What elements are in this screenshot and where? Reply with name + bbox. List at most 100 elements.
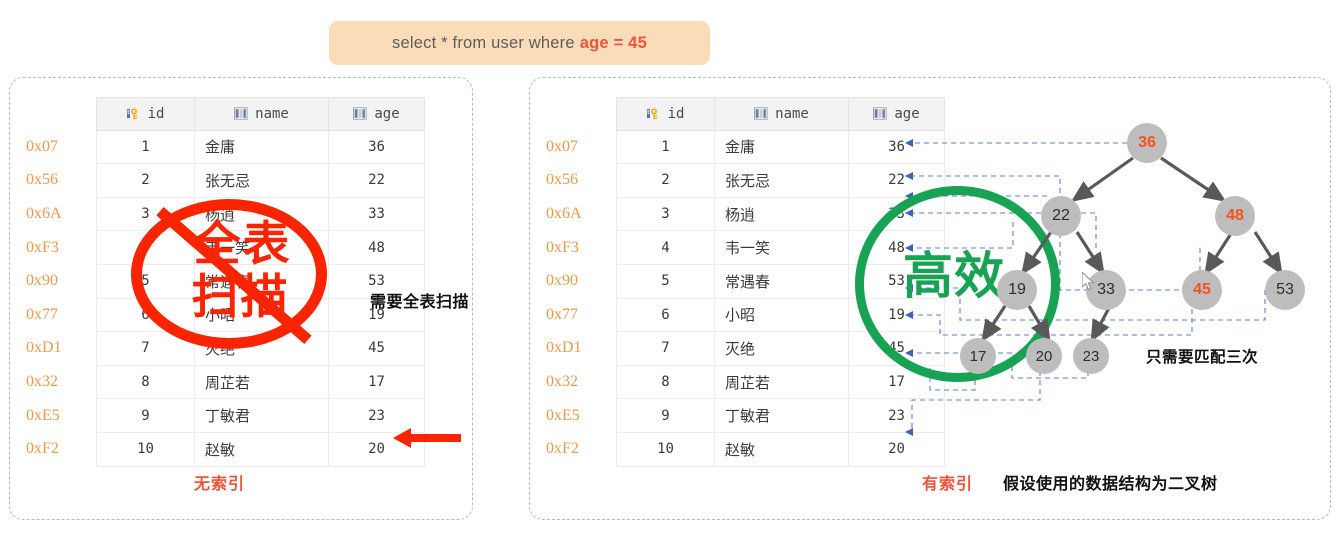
row-address: 0xD1 xyxy=(26,339,62,357)
cell-id: 8 xyxy=(616,364,715,400)
table-row: 0xF3 4 韦一笑 48 xyxy=(546,230,945,265)
row-address: 0xF3 xyxy=(546,238,579,256)
cell-age: 20 xyxy=(848,431,945,467)
cell-id: 9 xyxy=(616,398,715,433)
user-table-no-index: id name age 0x07 1 金庸 36 0x56 2 张无忌 22 0… xyxy=(26,97,425,467)
cell-age: 36 xyxy=(328,129,425,165)
row-address: 0xF2 xyxy=(26,440,59,458)
row-address: 0x56 xyxy=(546,171,578,189)
three-matches-note: 只需要匹配三次 xyxy=(1146,349,1259,366)
cell-id: 3 xyxy=(616,196,715,232)
cell-name: 丁敏君 xyxy=(194,398,329,433)
assume-structure-note: 假设使用的数据结构为二叉树 xyxy=(1003,476,1218,493)
cell-age: 17 xyxy=(848,364,945,400)
primary-key-icon xyxy=(126,107,142,121)
table-row: 0xD1 7 灭绝 45 xyxy=(26,331,425,366)
column-header-age-label: age xyxy=(374,105,400,122)
cell-name: 灭绝 xyxy=(194,331,329,366)
table-body-right: 0x07 1 金庸 36 0x56 2 张无忌 22 0x6A 3 杨逍 33 0xF3 4 韦一笑 48 0x… xyxy=(546,129,945,467)
table-row: 0xF2 10 赵敏 20 xyxy=(546,431,945,467)
tree-node-17: 17 xyxy=(960,338,996,374)
binary-tree-diagram: 36 22 48 19 33 45 53 17 20 23 xyxy=(960,110,1338,374)
cell-age: 36 xyxy=(848,129,945,165)
row-address: 0xF3 xyxy=(26,238,59,256)
cell-age: 23 xyxy=(848,398,945,433)
cell-name: 周芷若 xyxy=(194,364,329,400)
cell-age: 33 xyxy=(848,196,945,232)
cell-age: 19 xyxy=(848,297,945,333)
cell-name: 韦一笑 xyxy=(194,230,329,265)
column-icon xyxy=(234,107,249,121)
column-header-name-label: name xyxy=(775,105,809,122)
cell-id: 8 xyxy=(96,364,195,400)
table-row: 0x90 5 常遇春 53 xyxy=(26,263,425,299)
sql-query-condition: age = 45 xyxy=(579,33,647,52)
cell-name: 张无忌 xyxy=(194,163,329,198)
cell-id: 2 xyxy=(96,163,195,198)
address-column-header xyxy=(546,98,617,131)
column-header-id: id xyxy=(616,97,715,131)
table-row: 0xE5 9 丁敏君 23 xyxy=(546,398,945,433)
full-scan-note: 需要全表扫描 xyxy=(370,294,470,311)
column-header-age-label: age xyxy=(894,105,920,122)
cell-name: 张无忌 xyxy=(714,163,849,198)
table-row: 0x77 6 小昭 19 xyxy=(546,297,945,333)
table-header-row: id name age xyxy=(546,97,945,131)
row-address: 0x07 xyxy=(26,137,58,155)
mouse-cursor-icon xyxy=(1082,272,1095,291)
cell-name: 赵敏 xyxy=(714,431,849,467)
sql-query-banner: select * from user where age = 45 xyxy=(329,21,710,65)
column-header-age: age xyxy=(848,97,945,131)
table-row: 0x32 8 周芷若 17 xyxy=(546,364,945,400)
row-address: 0x90 xyxy=(546,272,578,290)
column-header-id: id xyxy=(96,97,195,131)
cell-name: 小昭 xyxy=(194,297,329,333)
table-row: 0xD1 7 灭绝 45 xyxy=(546,331,945,366)
row-address: 0x77 xyxy=(546,305,578,323)
cell-name: 杨逍 xyxy=(194,196,329,232)
row-address: 0xE5 xyxy=(26,406,60,424)
cell-name: 小昭 xyxy=(714,297,849,333)
cell-id: 4 xyxy=(616,230,715,265)
tree-node-45: 45 xyxy=(1182,270,1222,310)
row-address: 0x32 xyxy=(26,373,58,391)
cell-id: 7 xyxy=(96,331,195,366)
with-index-table-wrapper: id name age 0x07 1 金庸 36 0x56 2 张无忌 22 0… xyxy=(546,97,945,467)
cell-age: 45 xyxy=(328,331,425,366)
row-address: 0x77 xyxy=(26,305,58,323)
cell-name: 赵敏 xyxy=(194,431,329,467)
tree-node-48: 48 xyxy=(1215,196,1255,236)
with-index-caption: 有索引 xyxy=(922,476,974,493)
table-row: 0x56 2 张无忌 22 xyxy=(26,163,425,198)
column-header-name: name xyxy=(714,97,849,131)
cell-id: 10 xyxy=(96,431,195,467)
cell-name: 韦一笑 xyxy=(714,230,849,265)
cell-name: 周芷若 xyxy=(714,364,849,400)
no-index-caption: 无索引 xyxy=(194,476,246,493)
diagram-root: select * from user where age = 45 id nam… xyxy=(0,0,1338,534)
row-address: 0x32 xyxy=(546,373,578,391)
cell-age: 33 xyxy=(328,196,425,232)
cell-name: 杨逍 xyxy=(714,196,849,232)
table-header-row: id name age xyxy=(26,97,425,131)
cell-name: 金庸 xyxy=(714,129,849,165)
table-body-left: 0x07 1 金庸 36 0x56 2 张无忌 22 0x6A 3 杨逍 33 0xF3 4 韦一笑 48 0x… xyxy=(26,129,425,467)
table-row: 0xF3 4 韦一笑 48 xyxy=(26,230,425,265)
column-header-id-label: id xyxy=(147,105,165,122)
table-row: 0x56 2 张无忌 22 xyxy=(546,163,945,198)
cell-id: 10 xyxy=(616,431,715,467)
column-header-name: name xyxy=(194,97,329,131)
tree-node-53: 53 xyxy=(1265,270,1305,310)
row-address: 0xE5 xyxy=(546,406,580,424)
cell-name: 常遇春 xyxy=(194,263,329,299)
row-address: 0x90 xyxy=(26,272,58,290)
cell-age: 48 xyxy=(848,230,945,265)
table-row: 0x32 8 周芷若 17 xyxy=(26,364,425,400)
address-column-header xyxy=(26,98,97,131)
cell-age: 45 xyxy=(848,331,945,366)
no-index-table-wrapper: id name age 0x07 1 金庸 36 0x56 2 张无忌 22 0… xyxy=(26,97,425,467)
cell-id: 5 xyxy=(96,263,195,299)
column-header-name-label: name xyxy=(255,105,289,122)
table-row: 0x6A 3 杨逍 33 xyxy=(26,196,425,232)
table-row: 0x07 1 金庸 36 xyxy=(26,129,425,165)
